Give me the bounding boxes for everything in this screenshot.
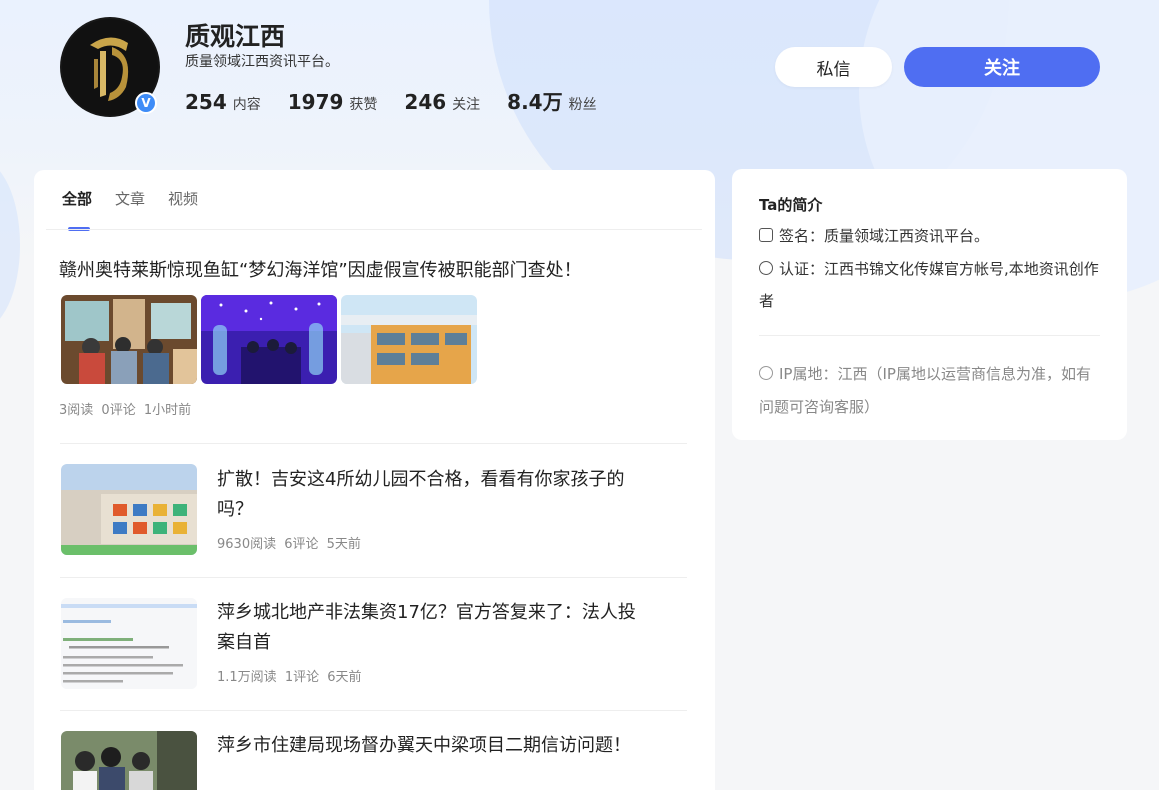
stat-number: 8.4万	[507, 90, 563, 114]
comment-count[interactable]: 1评论	[285, 670, 319, 685]
article-title[interactable]: 萍乡城北地产非法集资17亿？官方答复来了：法人投案自首	[217, 598, 637, 658]
verified-badge-icon: V	[135, 92, 157, 114]
stat-content[interactable]: 254 内容	[185, 90, 261, 114]
intro-title: Ta的简介	[759, 196, 823, 214]
article-image[interactable]	[201, 295, 337, 384]
message-button[interactable]: 私信	[775, 47, 892, 87]
article-thumbnail[interactable]	[61, 598, 197, 689]
tabs-divider	[46, 229, 702, 230]
publish-time: 1小时前	[143, 403, 192, 418]
profile-name: 质观江西	[185, 22, 286, 51]
featured-article-title[interactable]: 赣州奥特莱斯惊现鱼缸“梦幻海洋馆”因虚假宣传被职能部门查处！	[59, 256, 582, 282]
stat-label: 获赞	[349, 97, 378, 113]
certification-icon	[759, 261, 773, 275]
signature-text: 签名：质量领域江西资讯平台。	[779, 227, 990, 245]
featured-article-images[interactable]	[61, 295, 481, 384]
intro-divider	[759, 335, 1100, 336]
signature-icon	[759, 228, 773, 242]
profile-stats: 254 内容 1979 获赞 246 关注 8.4万 粉丝	[185, 86, 624, 115]
certification-text: 认证：江西书锦文化传媒官方帐号,本地资讯创作者	[759, 260, 1099, 310]
stat-label: 内容	[232, 97, 261, 113]
feed-divider	[60, 443, 687, 444]
profile-bio: 质量领域江西资讯平台。	[185, 54, 339, 70]
article-thumbnail[interactable]	[61, 464, 197, 555]
article-title[interactable]: 萍乡市住建局现场督办翼天中梁项目二期信访问题！	[217, 731, 637, 761]
feed-tabs: 全部 文章 视频	[62, 188, 221, 231]
publish-time: 6天前	[327, 670, 362, 685]
tab-articles[interactable]: 文章	[115, 188, 145, 231]
tab-videos[interactable]: 视频	[168, 188, 198, 231]
feed-divider	[60, 577, 687, 578]
article-image[interactable]	[61, 295, 197, 384]
article-meta: 1.1万阅读 1评论 6天前	[217, 666, 366, 685]
read-count: 1.1万阅读	[217, 670, 277, 685]
stat-number: 254	[185, 90, 227, 114]
stat-number: 1979	[287, 90, 344, 114]
read-count: 9630阅读	[217, 537, 277, 552]
featured-article-meta: 3阅读 0评论 1小时前	[59, 399, 195, 418]
stat-followers[interactable]: 8.4万 粉丝	[507, 86, 596, 115]
publish-time: 5天前	[326, 537, 361, 552]
info-icon	[759, 366, 773, 380]
article-thumbnail[interactable]	[61, 731, 197, 790]
content-feed: 全部 文章 视频 赣州奥特莱斯惊现鱼缸“梦幻海洋馆”因虚假宣传被职能部门查处！	[34, 170, 715, 790]
ip-text: IP属地：江西（IP属地以运营商信息为准，如有问题可咨询客服）	[759, 365, 1091, 416]
profile-intro-card: Ta的简介 签名：质量领域江西资讯平台。 认证：江西书锦文化传媒官方帐号,本地资…	[732, 169, 1127, 440]
certification-line: 认证：江西书锦文化传媒官方帐号,本地资讯创作者	[759, 253, 1104, 317]
tab-all[interactable]: 全部	[62, 188, 92, 231]
stat-label: 关注	[452, 97, 481, 113]
follow-button[interactable]: 关注	[904, 47, 1100, 87]
read-count: 3阅读	[59, 403, 94, 418]
signature-line: 签名：质量领域江西资讯平台。	[759, 220, 1104, 252]
stat-likes: 1979 获赞	[288, 90, 378, 114]
article-image[interactable]	[341, 295, 477, 384]
article-title[interactable]: 扩散！吉安这4所幼儿园不合格，看看有你家孩子的吗？	[217, 465, 637, 525]
comment-count[interactable]: 6评论	[284, 537, 318, 552]
article-meta: 9630阅读 6评论 5天前	[217, 533, 365, 552]
feed-divider	[60, 710, 687, 711]
stat-label: 粉丝	[568, 97, 597, 113]
ip-location: IP属地：江西（IP属地以运营商信息为准，如有问题可咨询客服）	[759, 358, 1104, 424]
comment-count[interactable]: 0评论	[101, 403, 135, 418]
stat-number: 246	[404, 90, 447, 114]
stat-following[interactable]: 246 关注	[404, 90, 480, 114]
